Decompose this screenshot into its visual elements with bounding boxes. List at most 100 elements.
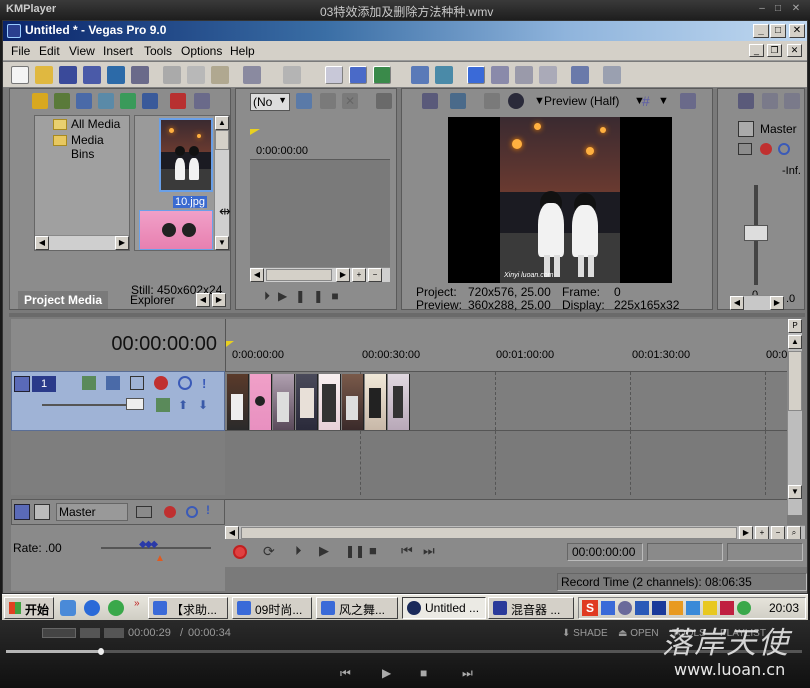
scroll-thumb[interactable] — [241, 527, 737, 539]
level-slider[interactable] — [126, 398, 144, 410]
km-minimize-icon[interactable]: – — [756, 3, 768, 15]
copy-icon[interactable] — [187, 66, 205, 84]
tab-scroll-right-icon[interactable]: ▶ — [212, 293, 226, 307]
play-icon[interactable]: ▶ — [278, 289, 295, 303]
km-maximize-icon[interactable]: □ — [772, 3, 784, 15]
media-thumbnail[interactable] — [139, 210, 213, 250]
video-track-lane[interactable] — [225, 371, 787, 431]
timeline-clip[interactable] — [296, 374, 318, 430]
km-shade-button[interactable]: ⬇ SHADE — [562, 628, 608, 639]
tree-item-all-media[interactable]: All Media — [71, 117, 120, 131]
lock-envelopes-icon[interactable] — [411, 66, 429, 84]
stop-icon[interactable]: ■ — [331, 289, 346, 303]
master-fader[interactable] — [744, 225, 768, 241]
task-button-0[interactable]: 【求助... — [148, 597, 228, 619]
menu-help[interactable]: Help — [230, 44, 255, 58]
tray-app-icon[interactable] — [686, 601, 700, 615]
timeline-clip[interactable] — [250, 374, 272, 430]
scroll-down-icon[interactable]: ▼ — [215, 236, 229, 250]
external-monitor-icon[interactable] — [450, 93, 466, 109]
enable-snapping-icon[interactable] — [325, 66, 343, 84]
scroll-up-icon[interactable]: ▲ — [788, 335, 802, 349]
quicklaunch-app-icon[interactable] — [108, 600, 124, 616]
km-seek-thumb[interactable] — [98, 648, 104, 655]
make-compositing-child-icon[interactable] — [106, 376, 120, 390]
search-media-icon[interactable] — [142, 93, 158, 109]
timeline-hscrollbar[interactable]: ◀ ▶ + − ⌕ — [225, 525, 805, 540]
zoom-tool-icon[interactable]: ⌕ — [787, 526, 801, 540]
scroll-down-icon[interactable]: ▼ — [788, 485, 802, 499]
media-thumbnail-selected[interactable] — [159, 118, 213, 192]
sogou-ime-icon[interactable]: S — [582, 600, 598, 616]
open-icon[interactable] — [35, 66, 53, 84]
remove-media-icon[interactable] — [170, 93, 186, 109]
timeline-vscrollbar[interactable]: P ▲ ▼ — [787, 319, 802, 515]
play-from-start-icon[interactable]: ⏵ — [264, 289, 278, 303]
loop-icon[interactable]: ⟳ — [263, 543, 275, 560]
mdi-restore-button[interactable]: ❐ — [767, 44, 782, 57]
mdi-close-button[interactable]: ✕ — [787, 44, 802, 57]
kmplayer-tray-icon[interactable] — [652, 601, 666, 615]
bus-properties-icon[interactable] — [738, 93, 754, 109]
quicklaunch-more-icon[interactable]: » — [134, 598, 140, 609]
tray-app-icon[interactable] — [669, 601, 683, 615]
tray-app-icon[interactable] — [635, 601, 649, 615]
scroll-left-icon[interactable]: ◀ — [225, 526, 239, 540]
thumbs-vscrollbar[interactable]: ▲ ▼ — [214, 116, 229, 250]
km-open-button[interactable]: ⏏ OPEN — [618, 628, 659, 639]
envelope-edit-tool-icon[interactable] — [491, 66, 509, 84]
go-to-start-icon[interactable]: ⏮ — [401, 543, 413, 559]
km-prev-icon[interactable]: ⏮ — [340, 666, 351, 681]
stop-icon[interactable]: ■ — [369, 543, 377, 558]
compositing-mode-icon[interactable] — [82, 376, 96, 390]
menu-tools[interactable]: Tools — [144, 44, 172, 58]
window-divider[interactable] — [9, 313, 805, 317]
scroll-left-icon[interactable]: ◀ — [35, 236, 49, 250]
solo-icon[interactable]: ! — [206, 503, 210, 517]
selection-edit-tool-icon[interactable] — [515, 66, 533, 84]
save-region-icon[interactable] — [376, 93, 392, 109]
ignore-grouping-icon[interactable] — [435, 66, 453, 84]
master-fx-chain-icon[interactable] — [136, 506, 152, 518]
zoom-out-icon[interactable]: − — [771, 526, 785, 540]
video-track-header[interactable]: 1 ! ⬆ ⬇ — [11, 371, 225, 431]
expand-icon[interactable]: ⬆ — [178, 398, 190, 412]
collapse-icon[interactable]: ⬇ — [198, 398, 210, 412]
tree-hscrollbar[interactable]: ◀ ▶ — [35, 235, 129, 250]
start-button[interactable]: 开始 — [4, 597, 54, 619]
play-icon[interactable]: ▶ — [319, 543, 329, 559]
tray-app-icon[interactable] — [618, 601, 632, 615]
pause-icon[interactable]: ❚❚ — [345, 544, 365, 558]
mono-icon[interactable] — [762, 93, 778, 109]
zoom-in-icon[interactable]: + — [755, 526, 769, 540]
timeline-clip[interactable] — [273, 374, 295, 430]
add-to-timeline-icon[interactable] — [296, 93, 312, 109]
redo-icon[interactable] — [283, 66, 301, 84]
zoom-in-icon[interactable]: + — [352, 268, 366, 282]
mute-icon[interactable] — [186, 506, 198, 518]
menu-edit[interactable]: Edit — [39, 44, 60, 58]
track-fx-icon[interactable] — [154, 376, 168, 390]
tray-app-icon[interactable] — [703, 601, 717, 615]
selection-length-box[interactable] — [727, 543, 803, 561]
customize-toolbar-icon[interactable] — [571, 66, 589, 84]
zoom-edit-tool-icon[interactable] — [539, 66, 557, 84]
vegas-minimize-button[interactable]: _ — [753, 24, 769, 38]
trimmer-area[interactable] — [250, 159, 390, 269]
capture-video-icon[interactable] — [54, 93, 70, 109]
copy-snapshot-icon[interactable] — [680, 93, 696, 109]
pause-icon[interactable]: ❚❚ — [295, 289, 331, 303]
delete-icon[interactable]: ✕ — [342, 93, 358, 109]
timeline-clip[interactable] — [227, 374, 249, 430]
fx-gear-icon[interactable] — [760, 143, 772, 155]
km-stop-icon[interactable]: ■ — [420, 666, 427, 680]
scroll-right-icon[interactable]: ▶ — [739, 526, 753, 540]
get-media-icon[interactable] — [76, 93, 92, 109]
record-icon[interactable] — [233, 545, 247, 559]
media-properties-icon[interactable] — [194, 93, 210, 109]
task-button-4[interactable]: 混音器 ... — [488, 597, 574, 619]
zoom-out-icon[interactable]: − — [368, 268, 382, 282]
properties-icon[interactable] — [131, 66, 149, 84]
solo-icon[interactable]: ! — [202, 376, 208, 391]
video-preview[interactable]: Xinyi luoan.com — [448, 117, 672, 283]
